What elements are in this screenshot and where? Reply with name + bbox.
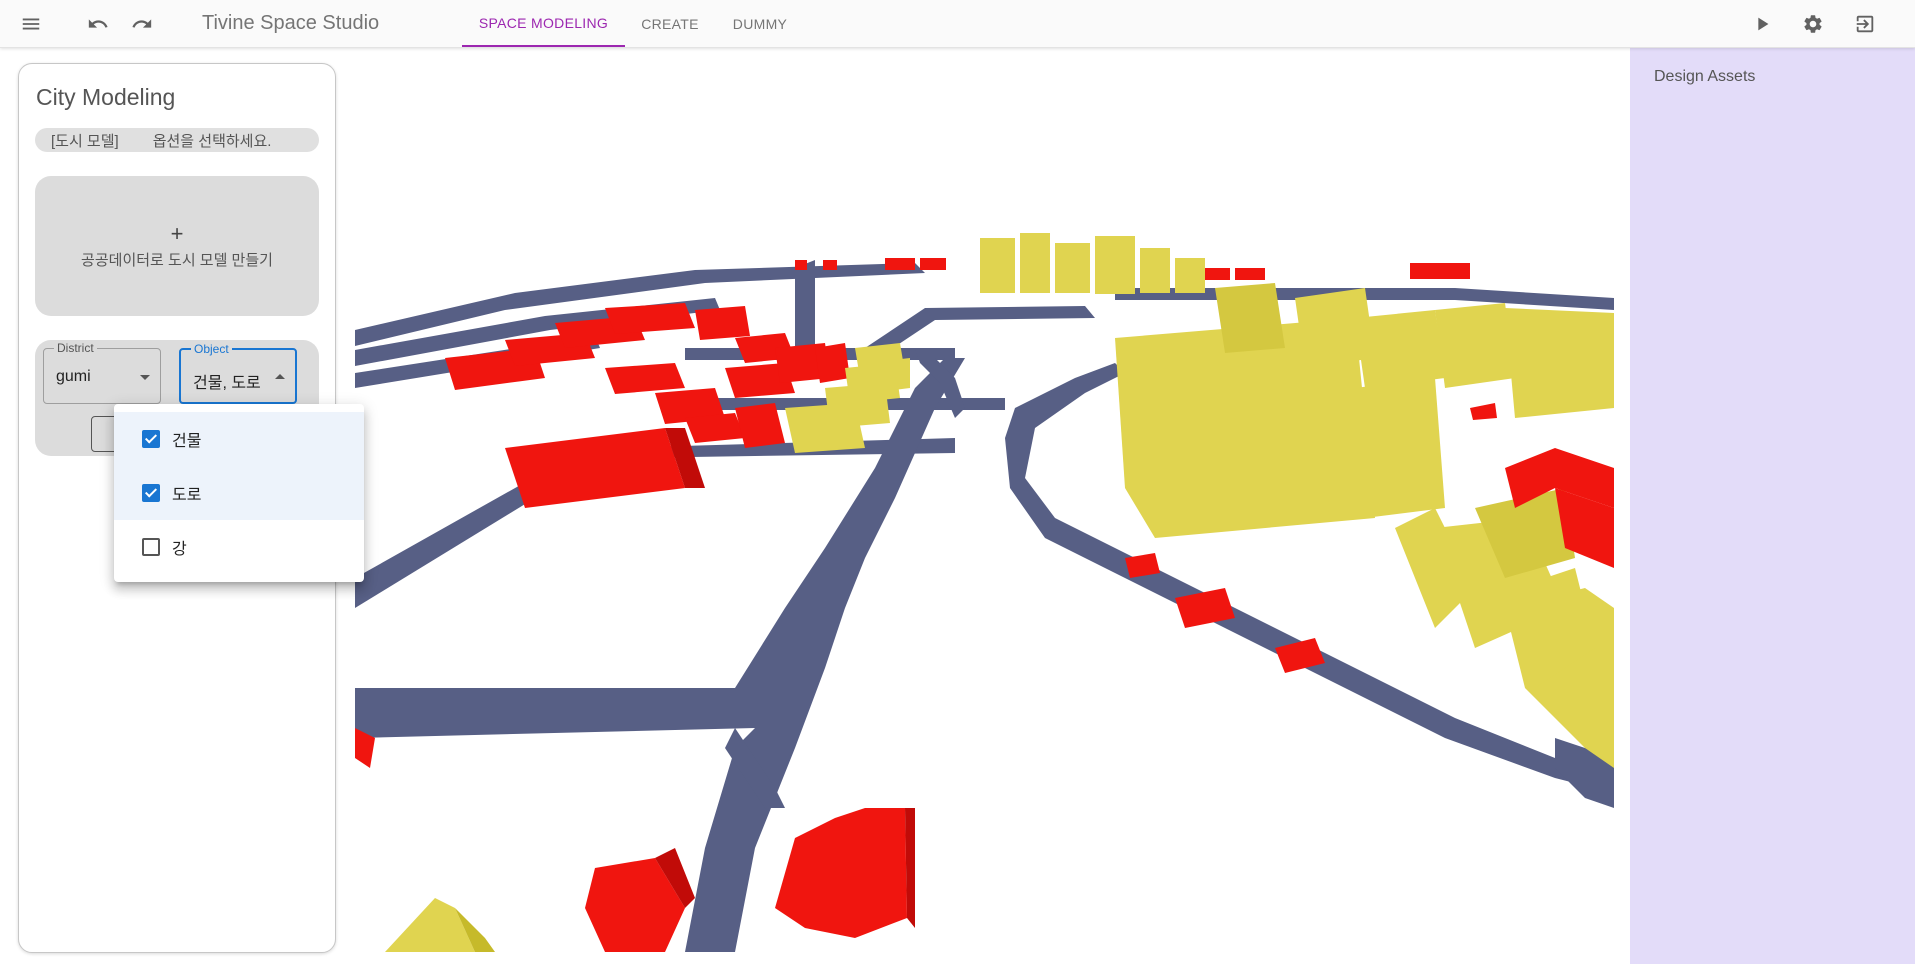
model-status-chip: [도시 모델] 옵션을 선택하세요. (35, 128, 319, 152)
city-3d-viewport[interactable] (355, 48, 1614, 952)
checkbox-checked-icon[interactable] (142, 430, 160, 448)
plus-icon: + (170, 220, 184, 246)
top-app-bar: Tivine Space Studio SPACE MODELING CREAT… (0, 0, 1915, 48)
foreground-buildings (385, 808, 915, 952)
yellow-buildings-far (980, 233, 1205, 294)
logout-icon[interactable] (1853, 12, 1877, 36)
gear-icon[interactable] (1801, 12, 1825, 36)
menu-item-road[interactable]: 도로 (114, 466, 364, 520)
menu-item-building[interactable]: 건물 (114, 412, 364, 466)
create-card-label: 공공데이터로 도시 모델 만들기 (81, 251, 273, 269)
menu-item-label: 도로 (172, 487, 202, 504)
district-select[interactable]: District gumi (43, 341, 161, 404)
chip-tag: [도시 모델] (51, 132, 119, 150)
menu-item-label: 건물 (172, 433, 202, 450)
tab-dummy[interactable]: DUMMY (720, 0, 800, 47)
play-icon[interactable] (1750, 12, 1774, 36)
chevron-down-icon (140, 375, 150, 380)
district-value: gumi (56, 368, 91, 385)
district-label: District (54, 341, 97, 355)
tab-create[interactable]: CREATE (630, 0, 710, 47)
object-value: 건물, 도로 (193, 375, 261, 392)
checkbox-checked-icon[interactable] (142, 484, 160, 502)
hamburger-menu-icon[interactable] (19, 12, 43, 36)
panel-title: City Modeling (36, 84, 176, 110)
chip-hint: 옵션을 선택하세요. (152, 132, 272, 150)
object-select[interactable]: Object 건물, 도로 (179, 342, 297, 404)
undo-icon[interactable] (86, 12, 110, 36)
redo-icon[interactable] (130, 12, 154, 36)
checkbox-unchecked-icon[interactable] (142, 538, 160, 556)
object-label: Object (191, 342, 232, 356)
city-scene (355, 233, 1614, 952)
chevron-up-icon (275, 374, 285, 379)
menu-item-label: 강 (172, 541, 187, 558)
create-city-model-button[interactable]: + 공공데이터로 도시 모델 만들기 (35, 176, 319, 316)
menu-item-river[interactable]: 강 (114, 520, 364, 574)
object-dropdown-menu: 건물 도로 강 (114, 404, 364, 582)
app-title: Tivine Space Studio (202, 12, 380, 34)
tab-space-modeling[interactable]: SPACE MODELING (462, 0, 625, 47)
design-assets-panel: Design Assets (1630, 48, 1915, 964)
design-assets-title: Design Assets (1654, 68, 1756, 85)
